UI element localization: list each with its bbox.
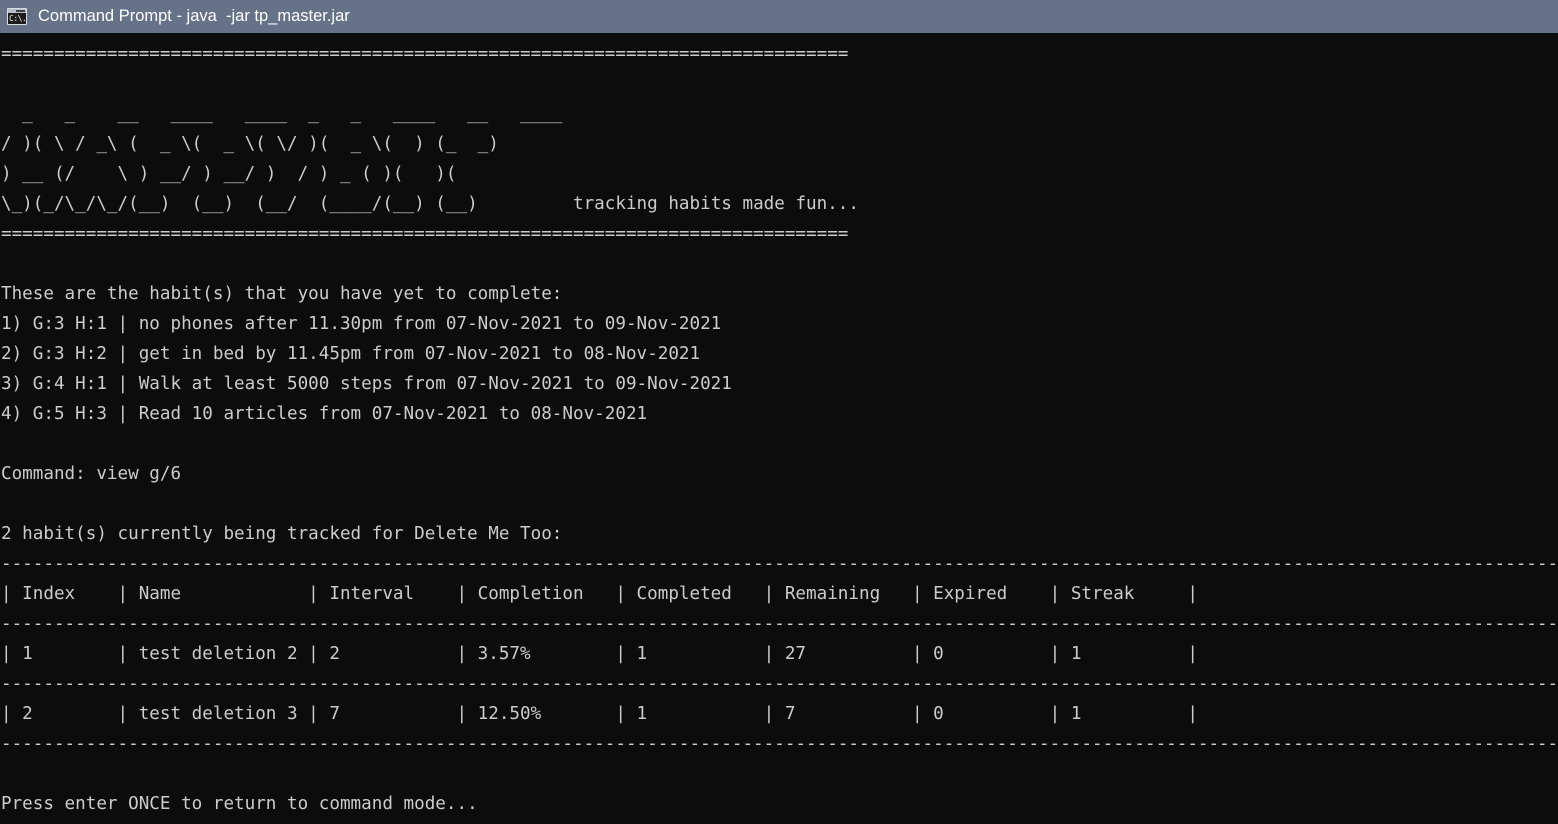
table-row: | 1 | test deletion 2 | 2 | 3.57% | 1 | … bbox=[1, 644, 1198, 664]
banner-rule-top: ========================================… bbox=[1, 44, 849, 64]
table-divider: ----------------------------------------… bbox=[1, 614, 1558, 634]
command-prompt-icon: C:\. bbox=[7, 8, 27, 25]
table-header-row: | Index | Name | Interval | Completion |… bbox=[1, 584, 1198, 604]
table-divider: ----------------------------------------… bbox=[1, 674, 1558, 694]
table-row: | 2 | test deletion 3 | 7 | 12.50% | 1 |… bbox=[1, 704, 1198, 724]
banner-tagline: tracking habits made fun... bbox=[573, 194, 859, 214]
ascii-art-line-1: _ _ __ ____ ____ _ _ ____ __ ____ bbox=[1, 104, 584, 124]
pending-habit-item: 3) G:4 H:1 | Walk at least 5000 steps fr… bbox=[1, 374, 732, 394]
banner-rule-bottom: ========================================… bbox=[1, 224, 849, 244]
icon-window-buttons bbox=[16, 10, 25, 12]
tracking-heading: 2 habit(s) currently being tracked for D… bbox=[1, 524, 563, 544]
table-divider: ----------------------------------------… bbox=[1, 734, 1558, 754]
icon-prompt-text: C:\. bbox=[9, 14, 25, 23]
terminal-output[interactable]: ========================================… bbox=[0, 33, 1558, 824]
ascii-art-line-4: \_)(_/\_/\_/(__) (__) (__/ (____/(__) (_… bbox=[1, 194, 499, 214]
pending-habits-heading: These are the habit(s) that you have yet… bbox=[1, 284, 563, 304]
window-title-text: Command Prompt - java -jar tp_master.jar bbox=[38, 7, 350, 25]
pending-habit-item: 1) G:3 H:1 | no phones after 11.30pm fro… bbox=[1, 314, 722, 334]
ascii-art-line-3: ) __ (/ \ ) __/ ) __/ ) / ) _ ( )( )( bbox=[1, 164, 489, 184]
window-titlebar[interactable]: C:\. Command Prompt - java -jar tp_maste… bbox=[0, 0, 1558, 33]
ascii-art-line-4-with-tagline: \_)(_/\_/\_/(__) (__) (__/ (____/(__) (_… bbox=[0, 189, 1558, 219]
footer-message: Press enter ONCE to return to command mo… bbox=[1, 794, 478, 814]
pending-habit-item: 4) G:5 H:3 | Read 10 articles from 07-No… bbox=[1, 404, 648, 424]
ascii-art-line-2: / )( \ / _\ ( _ \( _ \( \/ )( _ \( ) (_ … bbox=[1, 134, 510, 154]
table-divider: ----------------------------------------… bbox=[1, 554, 1558, 574]
command-input-line[interactable]: Command: view g/6 bbox=[0, 459, 1558, 489]
banner-spacer bbox=[499, 194, 573, 214]
pending-habit-item: 2) G:3 H:2 | get in bed by 11.45pm from … bbox=[1, 344, 701, 364]
